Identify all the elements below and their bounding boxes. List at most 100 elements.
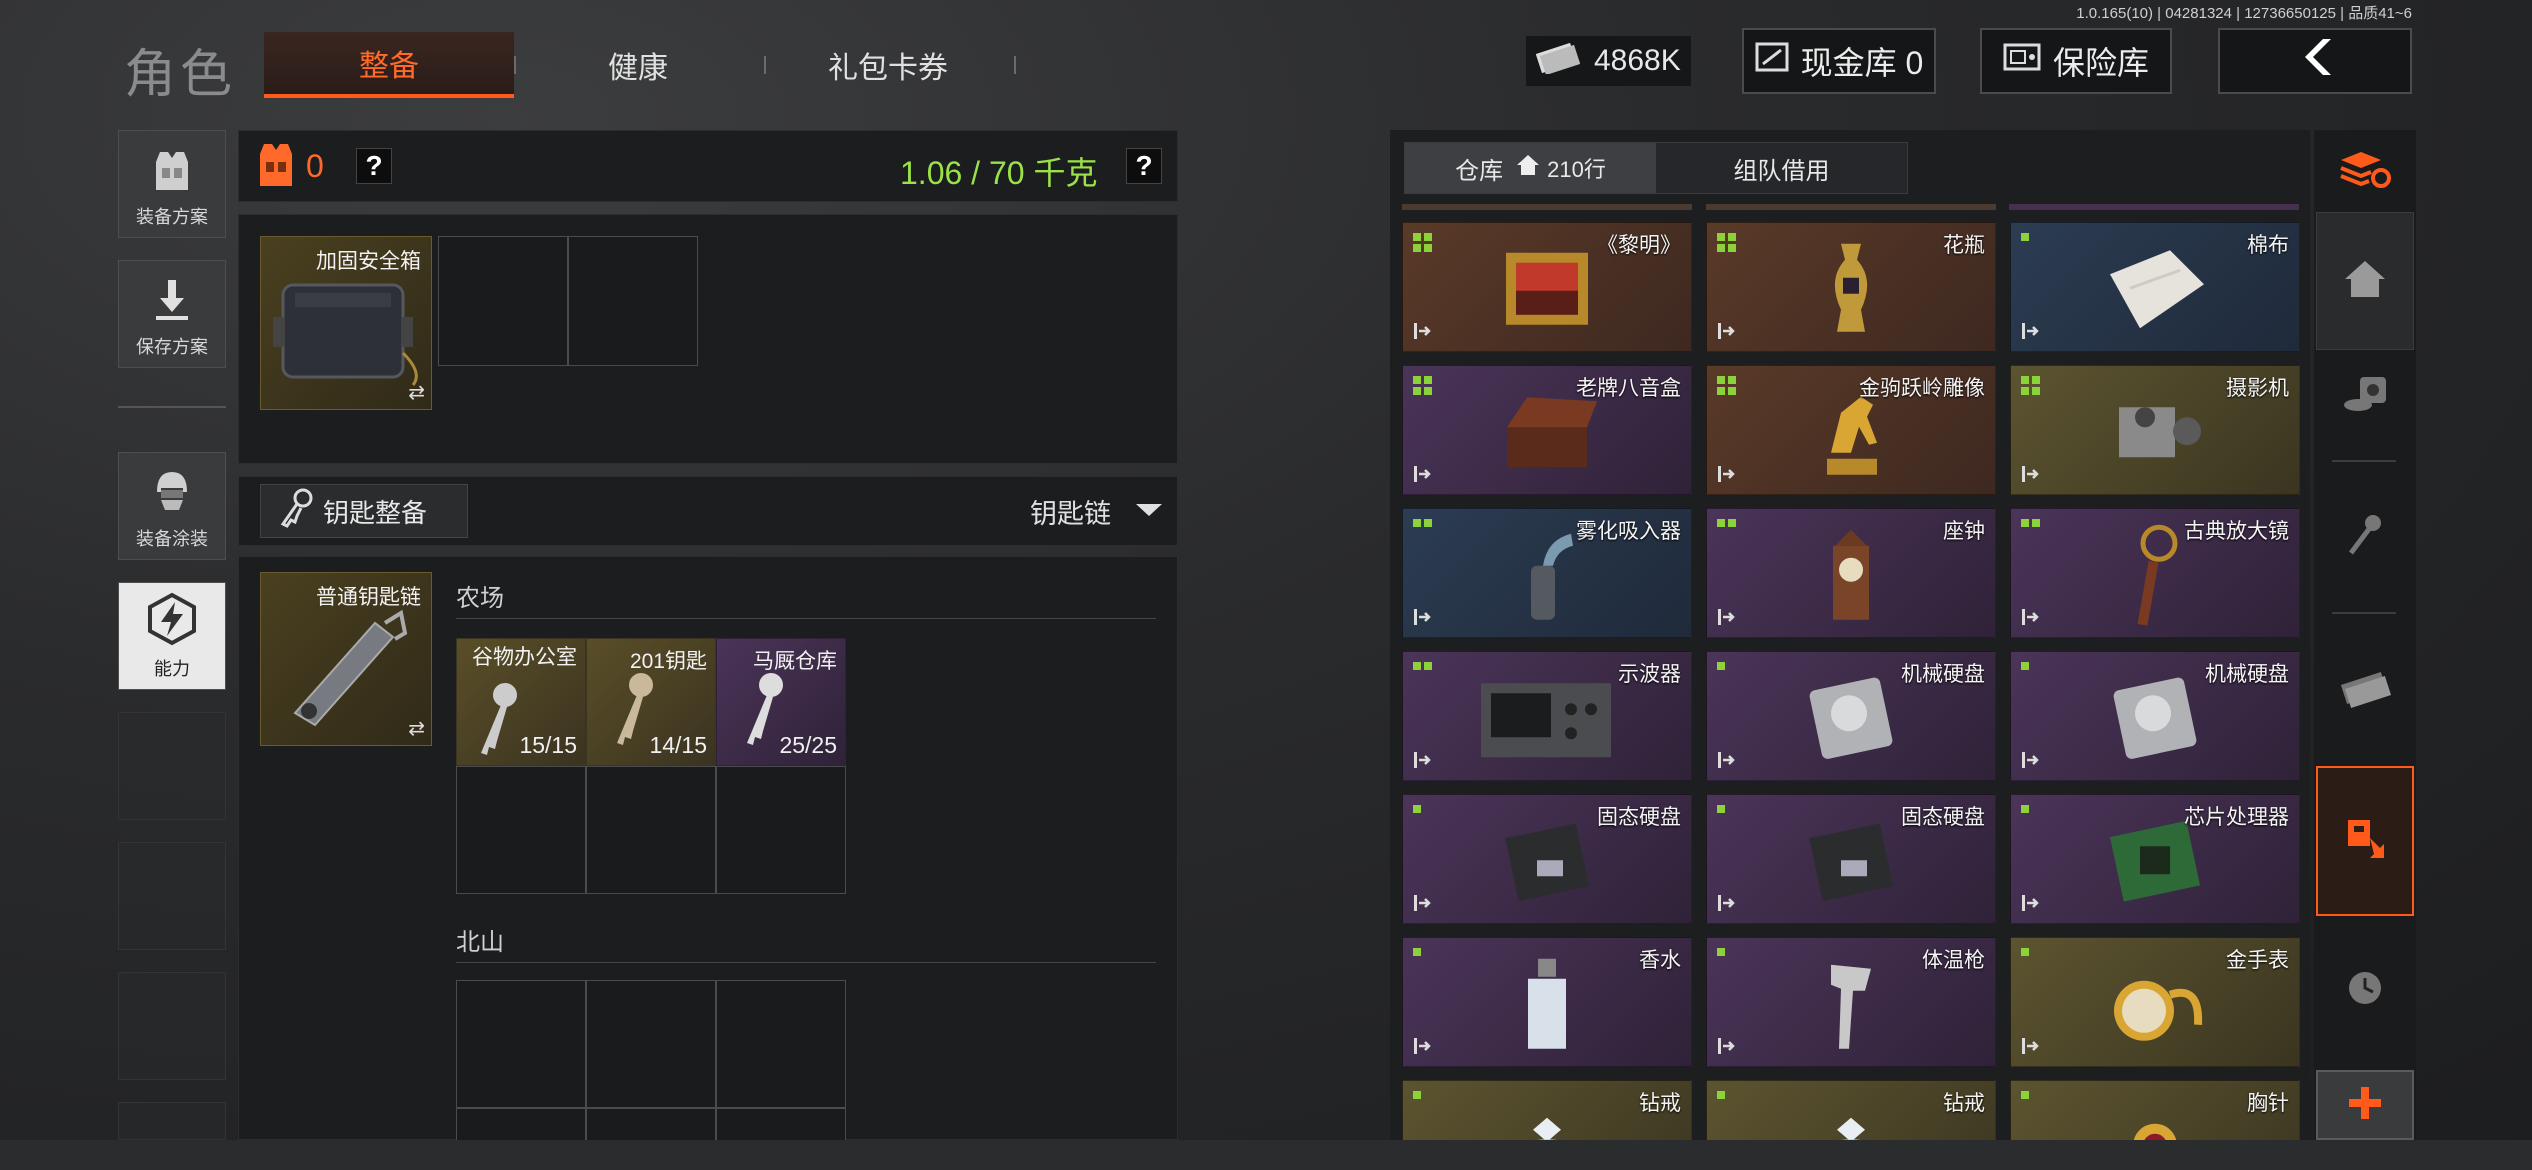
warehouse-item[interactable]: 花瓶	[1706, 222, 1996, 352]
warehouse-item[interactable]: 钻戒	[1402, 1080, 1692, 1140]
rarity-dot	[1424, 244, 1432, 252]
recent-filter-button[interactable]	[2316, 930, 2414, 1050]
rarity-dot	[2021, 805, 2029, 813]
warehouse-item[interactable]: 芯片处理器	[2010, 794, 2300, 924]
tab-team-borrow[interactable]: 组队借用	[1656, 143, 1907, 193]
rarity-dot	[1717, 805, 1725, 813]
warehouse-item[interactable]: 示波器	[1402, 651, 1692, 781]
warehouse-item[interactable]: 棉布	[2010, 222, 2300, 352]
warehouse-item[interactable]: 摄影机	[2010, 365, 2300, 495]
rarity-dot	[1413, 244, 1421, 252]
key-slot[interactable]: 马厩仓库 25/25	[716, 638, 846, 766]
helmet-icon	[147, 466, 197, 521]
rarity-dot	[1424, 662, 1432, 670]
rarity-dot	[2032, 387, 2040, 395]
rarity-dots	[1717, 948, 1736, 956]
key-empty-slot[interactable]	[586, 766, 716, 894]
rarity-dots	[1717, 1091, 1736, 1099]
rarity-dots	[1413, 805, 1432, 813]
key-group-title: 农场	[456, 585, 504, 612]
item-name: 座钟	[1943, 520, 1985, 543]
safe-box-empty-slot[interactable]	[438, 236, 568, 366]
key-empty-slot[interactable]	[456, 1108, 586, 1140]
item-name: 钻戒	[1639, 1092, 1681, 1115]
key-empty-slot[interactable]	[586, 1108, 716, 1140]
key-filter-button[interactable]	[2316, 476, 2414, 596]
warehouse-item[interactable]: 《黎明》	[1402, 222, 1692, 352]
sidebar-loadout-plan[interactable]: 装备方案	[118, 130, 226, 238]
tab-warehouse-label: 仓库	[1455, 157, 1504, 185]
tab-warehouse[interactable]: 仓库 210行	[1405, 143, 1656, 193]
key-slot[interactable]: 谷物办公室 15/15	[456, 638, 586, 766]
rarity-dot	[1717, 233, 1725, 241]
chevron-down-icon[interactable]	[1134, 500, 1164, 525]
warehouse-item[interactable]: 机械硬盘	[2010, 651, 2300, 781]
cash-filter-button[interactable]	[2316, 630, 2414, 750]
item-name: 摄影机	[2226, 377, 2289, 400]
key-loadout-button[interactable]: 钥匙整备	[260, 484, 468, 538]
item-name: 胸针	[2247, 1092, 2289, 1115]
sidebar-save-plan[interactable]: 保存方案	[118, 260, 226, 368]
key-empty-slot[interactable]	[716, 1108, 846, 1140]
tab-gift-vouchers[interactable]: 礼包卡券	[768, 32, 1008, 98]
safe-box-slot[interactable]: 加固安全箱 ⇄	[260, 236, 432, 410]
warehouse-item[interactable]: 金驹跃岭雕像	[1706, 365, 1996, 495]
tab-divider	[1014, 56, 1016, 74]
warehouse-item[interactable]: 钻戒	[1706, 1080, 1996, 1140]
keychain-slot[interactable]: 普通钥匙链 ⇄	[260, 572, 432, 746]
tab-loadout[interactable]: 整备	[264, 32, 514, 98]
warehouse-item[interactable]: 胸针	[2010, 1080, 2300, 1140]
warehouse-item[interactable]: 固态硬盘	[1402, 794, 1692, 924]
extract-icon	[1413, 751, 1433, 774]
divider	[456, 962, 1156, 963]
hdd-icon	[2105, 673, 2205, 768]
key-empty-slot[interactable]	[456, 980, 586, 1108]
item-name: 香水	[1639, 949, 1681, 972]
back-button[interactable]	[2218, 28, 2412, 94]
key-empty-slot[interactable]	[586, 980, 716, 1108]
rarity-dot	[1413, 948, 1421, 956]
warehouse-tabs: 仓库 210行 组队借用	[1404, 142, 1908, 194]
magnifier-icon	[2125, 521, 2185, 636]
item-name: 古典放大镜	[2184, 520, 2289, 543]
key-slot[interactable]: 201钥匙 14/15	[586, 638, 716, 766]
home-filter-button[interactable]	[2316, 212, 2414, 350]
sidebar-skins[interactable]: 装备涂装	[118, 452, 226, 560]
insurance-vault-button[interactable]: 保险库	[1980, 28, 2172, 94]
tab-health[interactable]: 健康	[518, 32, 758, 98]
weight-help-button[interactable]: ?	[1126, 148, 1162, 184]
loot-filter-button[interactable]	[2316, 766, 2414, 916]
keychain-dropdown[interactable]: 钥匙链	[1030, 492, 1111, 531]
key-empty-slot[interactable]	[716, 766, 846, 894]
plus-icon	[2345, 1083, 2385, 1128]
warehouse-item[interactable]: 座钟	[1706, 508, 1996, 638]
version-label: 1.0.165(10) | 04281324 | 12736650125 | 品…	[2076, 5, 2412, 22]
sidebar-abilities[interactable]: 能力	[118, 582, 226, 690]
coins-filter-button[interactable]	[2316, 346, 2414, 446]
tab-divider	[514, 56, 516, 74]
swap-icon[interactable]: ⇄	[408, 380, 425, 405]
cash-vault-button[interactable]: 现金库 0	[1742, 28, 1936, 94]
rarity-dot	[1717, 948, 1725, 956]
safe-box-empty-slot[interactable]	[568, 236, 698, 366]
rarity-dots	[1717, 519, 1736, 527]
download-icon	[150, 276, 194, 329]
warehouse-item[interactable]: 金手表	[2010, 937, 2300, 1067]
armor-help-button[interactable]: ?	[356, 148, 392, 184]
warehouse-item[interactable]: 机械硬盘	[1706, 651, 1996, 781]
warehouse-item[interactable]: 体温枪	[1706, 937, 1996, 1067]
vest-icon	[148, 146, 196, 199]
key-empty-slot[interactable]	[456, 766, 586, 894]
add-button[interactable]	[2316, 1070, 2414, 1140]
warehouse-item[interactable]: 古典放大镜	[2010, 508, 2300, 638]
ring-icon	[1811, 1116, 1891, 1140]
warehouse-item[interactable]: 香水	[1402, 937, 1692, 1067]
key-empty-slot[interactable]	[716, 980, 846, 1108]
warehouse-item[interactable]: 老牌八音盒	[1402, 365, 1692, 495]
swap-icon[interactable]: ⇄	[408, 716, 425, 741]
sort-stack-button[interactable]	[2316, 134, 2414, 210]
cash-amount: 4868K	[1594, 44, 1681, 77]
rarity-dot	[1413, 519, 1421, 527]
warehouse-item[interactable]: 雾化吸入器	[1402, 508, 1692, 638]
warehouse-item[interactable]: 固态硬盘	[1706, 794, 1996, 924]
